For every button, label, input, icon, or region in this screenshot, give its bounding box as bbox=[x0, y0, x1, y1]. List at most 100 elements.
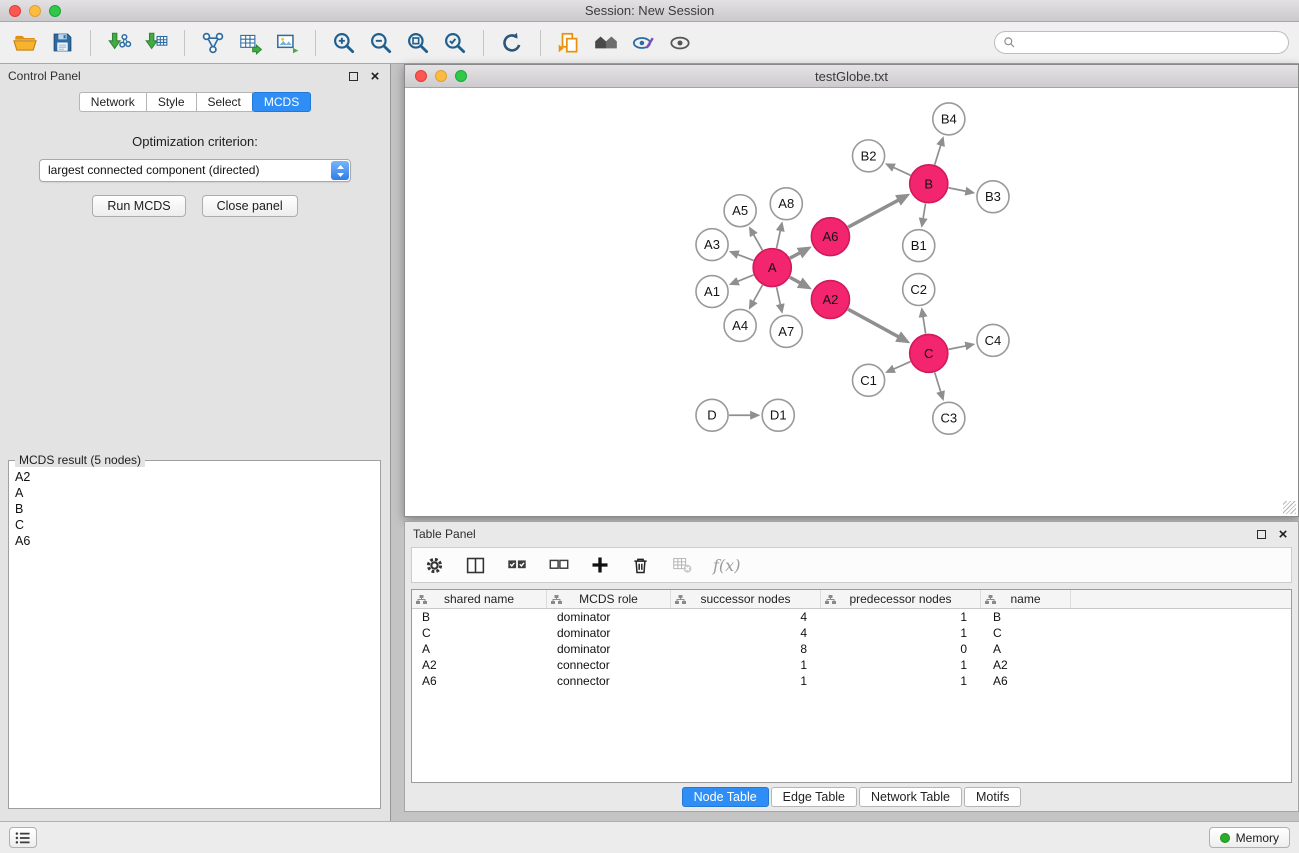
import-table-icon[interactable] bbox=[141, 28, 171, 58]
edge-C-C3[interactable] bbox=[935, 372, 941, 392]
edge-A-A8[interactable] bbox=[777, 230, 781, 248]
edge-A2-C[interactable] bbox=[848, 309, 899, 337]
edge-A6-B[interactable] bbox=[848, 200, 899, 227]
edge-B-B4[interactable] bbox=[935, 145, 941, 165]
search-input[interactable] bbox=[1021, 36, 1280, 50]
zoom-selected-icon[interactable] bbox=[440, 28, 470, 58]
edge-A-A5[interactable] bbox=[753, 234, 762, 250]
node-B4[interactable]: B4 bbox=[933, 103, 965, 135]
delete-column-icon[interactable] bbox=[630, 555, 651, 576]
select-all-icon[interactable] bbox=[506, 554, 528, 576]
edge-C-C4[interactable] bbox=[948, 346, 966, 350]
table-row[interactable]: A2connector11A2 bbox=[412, 657, 1291, 673]
table-row[interactable]: Bdominator41B bbox=[412, 609, 1291, 625]
node-D[interactable]: D bbox=[696, 399, 728, 431]
node-A4[interactable]: A4 bbox=[724, 309, 756, 341]
node-A7[interactable]: A7 bbox=[770, 315, 802, 347]
network-canvas[interactable]: B4B2BB3A5A8A6A3B1AC2A1A2A4A7C4CC1DD1C3 bbox=[405, 88, 1298, 516]
tab-select[interactable]: Select bbox=[196, 92, 253, 112]
close-panel-button[interactable]: Close panel bbox=[202, 195, 298, 217]
result-item[interactable]: A bbox=[15, 485, 374, 501]
edge-C-C1[interactable] bbox=[893, 362, 910, 370]
close-table-panel-icon[interactable]: × bbox=[1276, 527, 1290, 541]
node-B2[interactable]: B2 bbox=[853, 140, 885, 172]
edge-A-A1[interactable] bbox=[737, 275, 753, 282]
column-header-mcds-role[interactable]: MCDS role bbox=[547, 590, 671, 608]
open-folder-icon[interactable] bbox=[10, 28, 40, 58]
node-A5[interactable]: A5 bbox=[724, 195, 756, 227]
node-A[interactable]: A bbox=[753, 249, 791, 287]
minimize-window-button[interactable] bbox=[29, 5, 41, 17]
zoom-window-button[interactable] bbox=[49, 5, 61, 17]
export-table-icon[interactable] bbox=[235, 28, 265, 58]
task-history-icon[interactable] bbox=[9, 827, 37, 848]
network-zoom-button[interactable] bbox=[455, 70, 467, 82]
column-header-name[interactable]: name bbox=[981, 590, 1071, 608]
node-D1[interactable]: D1 bbox=[762, 399, 794, 431]
close-window-button[interactable] bbox=[9, 5, 21, 17]
table-row[interactable]: Cdominator41C bbox=[412, 625, 1291, 641]
result-item[interactable]: B bbox=[15, 501, 374, 517]
columns-icon[interactable] bbox=[465, 555, 486, 576]
column-header-successor-nodes[interactable]: successor nodes bbox=[671, 590, 821, 608]
node-C4[interactable]: C4 bbox=[977, 324, 1009, 356]
tab-style[interactable]: Style bbox=[146, 92, 197, 112]
tab-network-table[interactable]: Network Table bbox=[859, 787, 962, 807]
node-A1[interactable]: A1 bbox=[696, 276, 728, 308]
refresh-icon[interactable] bbox=[497, 28, 527, 58]
style-preview-icon[interactable] bbox=[628, 28, 658, 58]
close-panel-icon[interactable]: × bbox=[368, 69, 382, 83]
export-image-icon[interactable] bbox=[272, 28, 302, 58]
table-row[interactable]: A6connector11A6 bbox=[412, 673, 1291, 689]
node-C1[interactable]: C1 bbox=[853, 364, 885, 396]
edge-B-B1[interactable] bbox=[923, 203, 926, 219]
result-item[interactable]: C bbox=[15, 517, 374, 533]
column-header-shared-name[interactable]: shared name bbox=[412, 590, 547, 608]
column-header-predecessor-nodes[interactable]: predecessor nodes bbox=[821, 590, 981, 608]
edge-A-A7[interactable] bbox=[777, 287, 781, 305]
run-mcds-button[interactable]: Run MCDS bbox=[92, 195, 185, 217]
network-graph[interactable]: B4B2BB3A5A8A6A3B1AC2A1A2A4A7C4CC1DD1C3 bbox=[405, 88, 1298, 516]
edge-A-A6[interactable] bbox=[790, 253, 800, 259]
edge-C-C2[interactable] bbox=[923, 316, 926, 333]
result-item[interactable]: A2 bbox=[15, 469, 374, 485]
node-C2[interactable]: C2 bbox=[903, 274, 935, 306]
gear-icon[interactable] bbox=[424, 555, 445, 576]
eye-icon[interactable] bbox=[665, 28, 695, 58]
import-network-icon[interactable] bbox=[104, 28, 134, 58]
save-icon[interactable] bbox=[47, 28, 77, 58]
zoom-out-icon[interactable] bbox=[366, 28, 396, 58]
node-A2[interactable]: A2 bbox=[811, 281, 849, 319]
network-close-button[interactable] bbox=[415, 70, 427, 82]
node-A6[interactable]: A6 bbox=[811, 218, 849, 256]
memory-button[interactable]: Memory bbox=[1209, 827, 1290, 848]
delete-table-icon[interactable] bbox=[671, 554, 693, 576]
table-row[interactable]: Adominator80A bbox=[412, 641, 1291, 657]
export-network-icon[interactable] bbox=[198, 28, 228, 58]
add-column-icon[interactable] bbox=[590, 555, 610, 575]
tab-edge-table[interactable]: Edge Table bbox=[771, 787, 857, 807]
zoom-in-icon[interactable] bbox=[329, 28, 359, 58]
function-builder-icon[interactable]: f(x) bbox=[713, 556, 740, 575]
tab-mcds[interactable]: MCDS bbox=[252, 92, 311, 112]
node-B1[interactable]: B1 bbox=[903, 230, 935, 262]
node-C3[interactable]: C3 bbox=[933, 402, 965, 434]
node-A3[interactable]: A3 bbox=[696, 229, 728, 261]
copy-network-icon[interactable] bbox=[554, 28, 584, 58]
deselect-all-icon[interactable] bbox=[548, 554, 570, 576]
network-window-titlebar[interactable]: testGlobe.txt bbox=[405, 65, 1298, 88]
edge-A-A4[interactable] bbox=[753, 285, 762, 302]
optimization-criterion-select[interactable]: largest connected component (directed) bbox=[39, 159, 351, 182]
edge-A-A2[interactable] bbox=[790, 277, 801, 283]
network-minimize-button[interactable] bbox=[435, 70, 447, 82]
tab-node-table[interactable]: Node Table bbox=[682, 787, 769, 807]
edge-A-A3[interactable] bbox=[737, 254, 753, 260]
node-B3[interactable]: B3 bbox=[977, 181, 1009, 213]
node-B[interactable]: B bbox=[910, 165, 948, 203]
tab-motifs[interactable]: Motifs bbox=[964, 787, 1021, 807]
resize-grip[interactable] bbox=[1283, 501, 1296, 514]
tab-network[interactable]: Network bbox=[79, 92, 147, 112]
zoom-fit-icon[interactable] bbox=[403, 28, 433, 58]
float-table-panel-icon[interactable] bbox=[1254, 527, 1268, 541]
node-C[interactable]: C bbox=[910, 334, 948, 372]
